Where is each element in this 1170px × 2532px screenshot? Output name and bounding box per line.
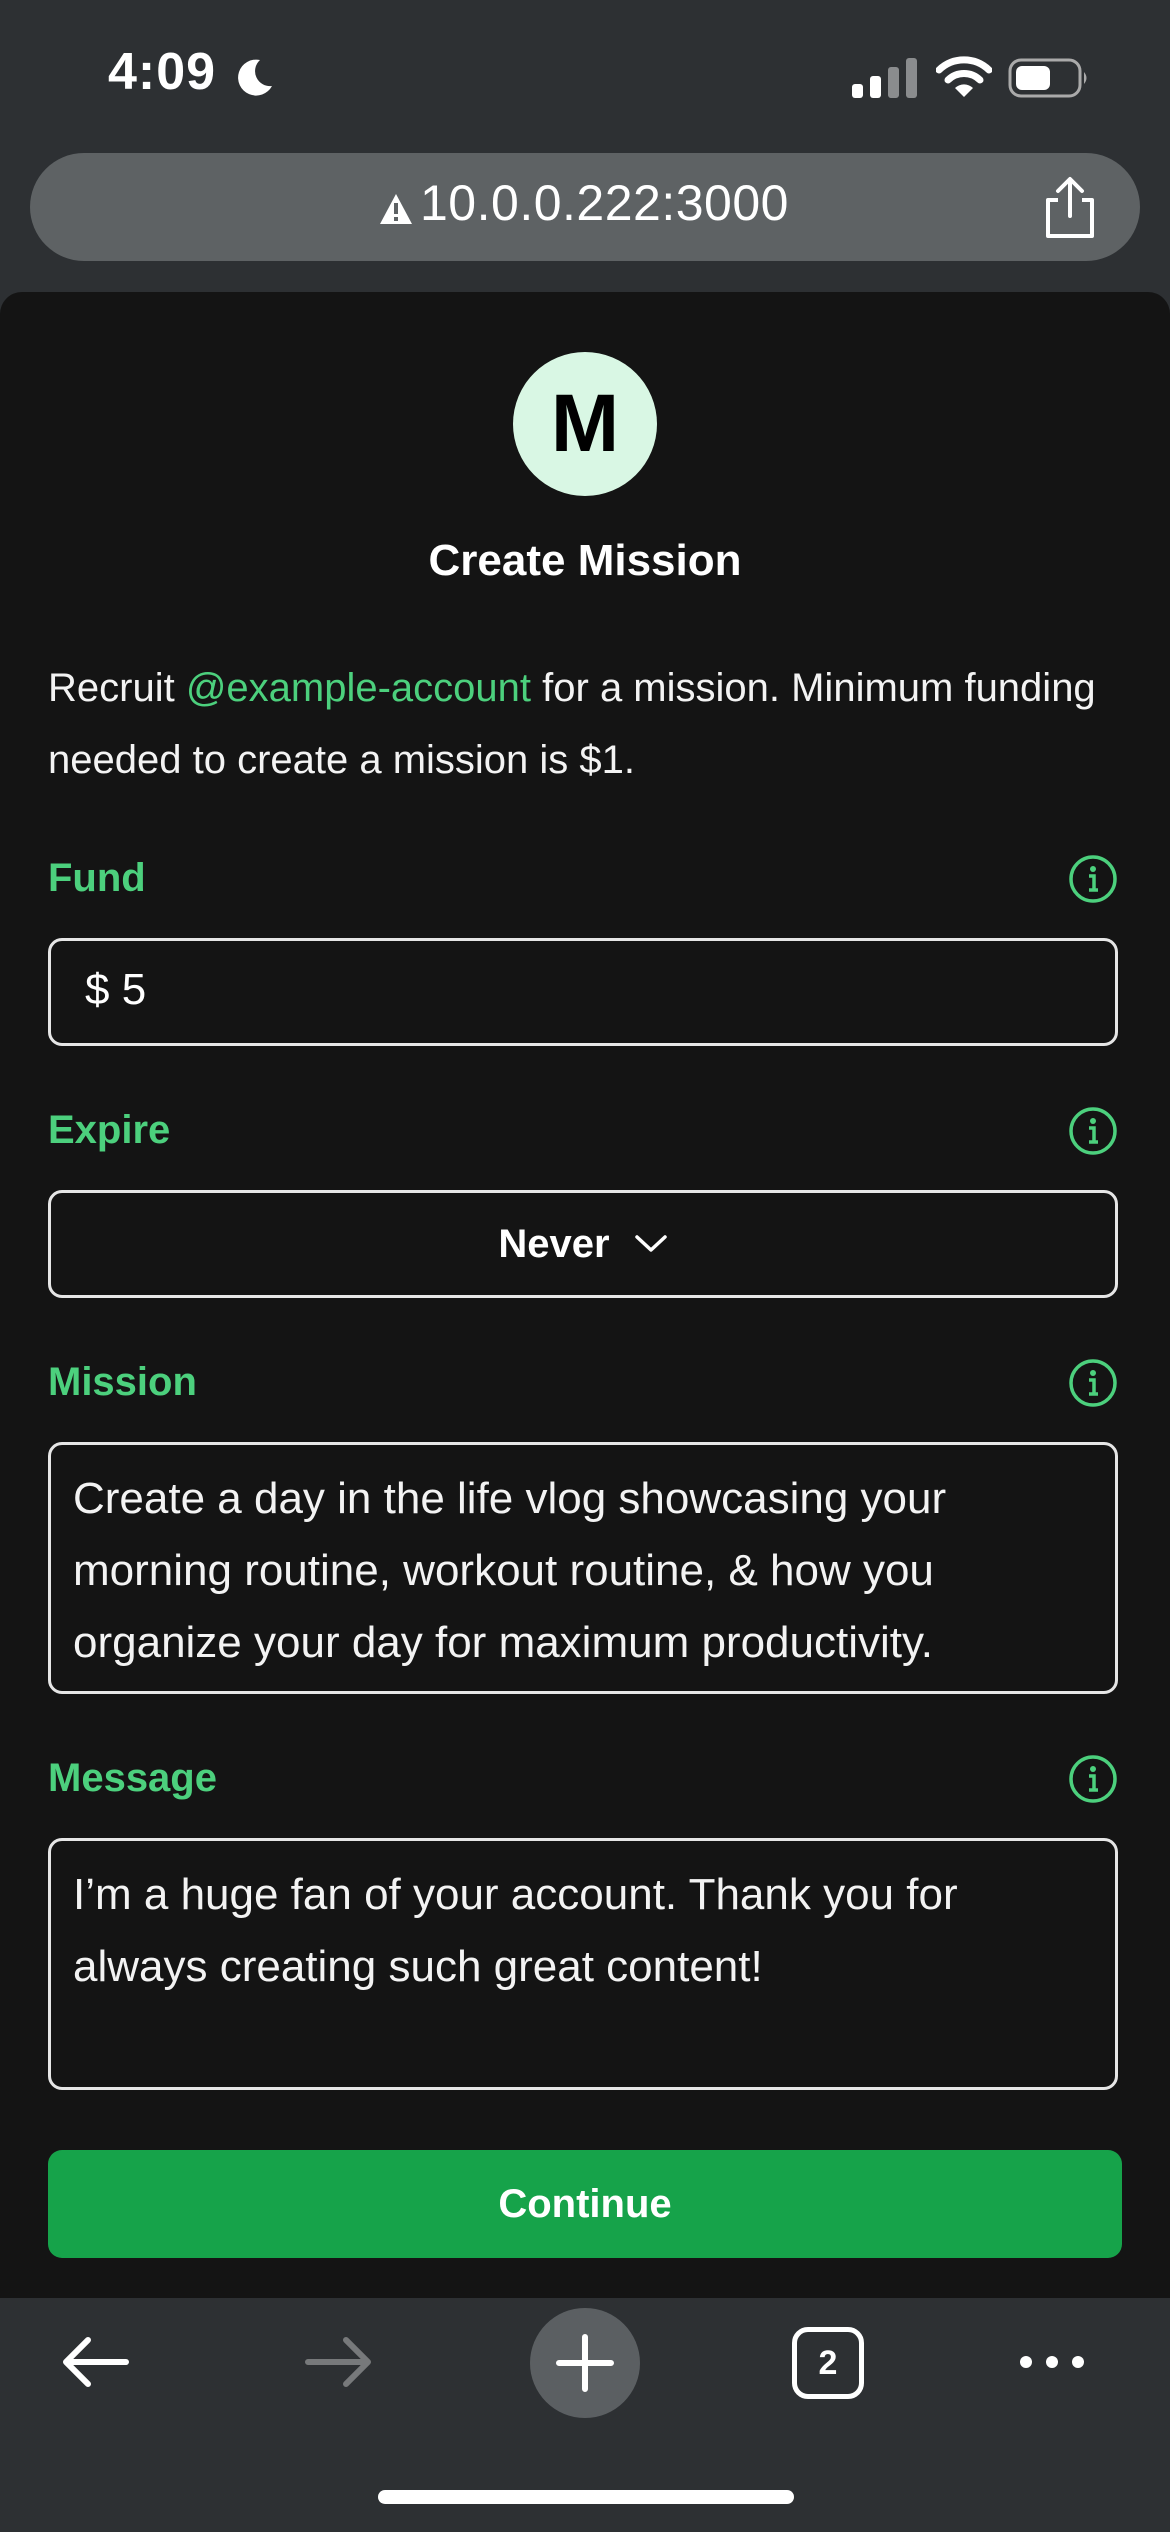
warning-icon (380, 194, 412, 224)
message-text: I’m a huge fan of your account. Thank yo… (73, 1870, 958, 1991)
home-indicator (378, 2490, 794, 2504)
expire-value: Never (498, 1221, 610, 1266)
fund-value: $ 5 (85, 965, 147, 1014)
avatar: M (513, 352, 657, 496)
url-text[interactable]: 10.0.0.222:3000 (420, 174, 789, 232)
message-textarea[interactable]: I’m a huge fan of your account. Thank yo… (48, 1838, 1118, 2090)
chevron-down-icon (634, 1235, 667, 1252)
fund-label: Fund (48, 856, 146, 900)
more-options-icon[interactable] (1016, 2348, 1088, 2376)
message-label: Message (48, 1756, 217, 1800)
message-info-icon[interactable] (1068, 1754, 1118, 1804)
mission-description: Recruit @example-account for a mission. … (48, 652, 1138, 796)
battery-icon (1008, 58, 1087, 98)
new-tab-button[interactable] (530, 2308, 640, 2418)
expire-select[interactable]: Never (48, 1190, 1118, 1298)
status-time: 4:09 (108, 43, 217, 101)
wifi-icon (936, 56, 992, 97)
tabs-count-button[interactable]: 2 (792, 2327, 864, 2399)
mission-label: Mission (48, 1360, 197, 1404)
fund-input[interactable]: $ 5 (48, 938, 1118, 1046)
page-title: Create Mission (428, 536, 742, 585)
plus-icon (556, 2334, 614, 2392)
back-arrow-icon[interactable] (60, 2332, 130, 2392)
share-icon[interactable] (1040, 176, 1100, 240)
mission-info-icon[interactable] (1068, 1358, 1118, 1408)
status-bar: 4:09 (0, 0, 1170, 150)
account-mention[interactable]: @example-account (186, 666, 531, 710)
mission-text: Create a day in the life vlog showcasing… (73, 1474, 947, 1667)
cellular-signal-icon (852, 58, 917, 98)
mission-textarea[interactable]: Create a day in the life vlog showcasing… (48, 1442, 1118, 1694)
continue-button[interactable]: Continue (48, 2150, 1122, 2258)
forward-arrow-icon[interactable] (304, 2332, 374, 2392)
expire-info-icon[interactable] (1068, 1106, 1118, 1156)
expire-label: Expire (48, 1108, 171, 1152)
fund-info-icon[interactable] (1068, 854, 1118, 904)
moon-icon (238, 59, 272, 96)
description-prefix: Recruit (48, 666, 186, 710)
